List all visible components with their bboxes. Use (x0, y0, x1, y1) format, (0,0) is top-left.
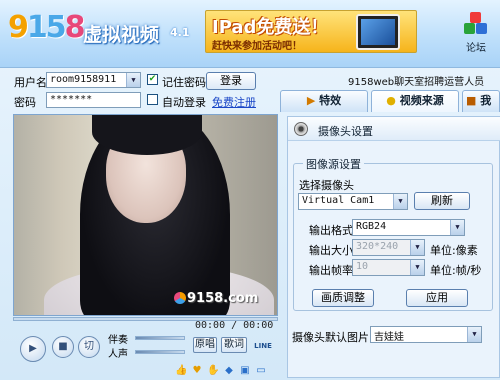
image-adjust-button[interactable]: 画质调整 (312, 289, 374, 307)
webcam-icon (294, 122, 308, 136)
username-value: room9158911 (50, 74, 117, 85)
chevron-down-icon[interactable]: ▼ (393, 194, 407, 209)
size-label: 输出大小 (309, 244, 353, 257)
app-version: 4.1 (170, 26, 190, 39)
register-link[interactable]: 免费注册 (212, 94, 256, 110)
rate-label: 输出帧率 (309, 264, 353, 277)
recruit-text: 9158web聊天室招聘运营人员 (348, 77, 485, 88)
line-in-icon[interactable]: LINE (252, 335, 274, 357)
forum-button[interactable]: 论坛 (460, 12, 492, 54)
thumbs-up-icon[interactable]: 👍 (175, 365, 187, 377)
9158-logo-icon (174, 292, 186, 304)
refresh-button[interactable]: 刷新 (414, 192, 470, 210)
time-display: 00:00 / 00:00 (195, 320, 274, 331)
forum-label: 论坛 (466, 43, 486, 54)
autologin-label: 自动登录 (162, 96, 206, 109)
tab-me[interactable]: ■ 我 (462, 90, 500, 112)
chevron-down-icon[interactable]: ▼ (126, 73, 140, 87)
forum-cube-icon (464, 12, 488, 36)
panel-title: 摄像头设置 (318, 125, 373, 138)
remember-password-label: 记住密码 (162, 76, 206, 89)
play-button[interactable]: ▶ (20, 336, 46, 362)
heart-icon[interactable]: ♥ (191, 365, 203, 377)
chevron-down-icon[interactable]: ▼ (467, 327, 481, 342)
voice-label: 人声 (108, 349, 128, 360)
remember-password-checkbox[interactable]: ✔ (147, 74, 158, 85)
stop-icon: ■ (58, 341, 68, 352)
username-label: 用户名 (14, 76, 47, 89)
chevron-down-icon[interactable]: ▼ (450, 220, 464, 235)
play-icon: ▶ (306, 94, 316, 107)
apply-button[interactable]: 应用 (406, 289, 468, 307)
window-icon[interactable]: ▭ (255, 365, 267, 377)
group-title: 图像源设置 (303, 156, 364, 172)
camera-select[interactable]: Virtual Cam1 ▼ (298, 193, 408, 210)
tab-video-source[interactable]: ● 视频来源 (371, 90, 459, 112)
chevron-down-icon[interactable]: ▼ (410, 260, 424, 275)
ad-banner[interactable]: IPad免费送！ 赶快来参加活动吧！ (205, 10, 417, 53)
size-unit: 单位:像素 (430, 244, 478, 257)
rate-unit: 单位:帧/秒 (430, 264, 482, 277)
size-select[interactable]: 320*240 ▼ (352, 239, 425, 256)
app-header: 9158 虚拟视频 4.1 IPad免费送！ 赶快来参加活动吧！ 论坛 (0, 0, 500, 68)
ipad-icon (356, 14, 400, 50)
login-button[interactable]: 登录 (206, 72, 256, 90)
password-label: 密码 (14, 96, 36, 109)
app-logo: 9158 (8, 10, 85, 45)
accompany-label: 伴奏 (108, 335, 128, 346)
password-field[interactable]: ******* (46, 92, 141, 108)
share-icon[interactable]: ◆ (223, 365, 235, 377)
ad-subline: 赶快来参加活动吧！ (212, 41, 302, 52)
original-vocal-button[interactable]: 原唱 (193, 337, 217, 353)
lyrics-button[interactable]: 歌词 (221, 337, 247, 353)
default-image-label: 摄像头默认图片 (292, 331, 369, 344)
cut-button[interactable]: 切 (78, 336, 100, 358)
username-combo[interactable]: room9158911 ▼ (46, 72, 141, 88)
format-select[interactable]: RGB24 ▼ (352, 219, 465, 236)
ad-headline: IPad免费送！ (212, 17, 329, 38)
accompany-slider[interactable] (135, 336, 185, 340)
camera-icon[interactable]: ▣ (239, 365, 251, 377)
select-camera-label: 选择摄像头 (299, 179, 354, 192)
chevron-down-icon[interactable]: ▼ (410, 240, 424, 255)
video-watermark: 9158.com (174, 291, 258, 306)
video-preview: 9158.com (13, 114, 278, 316)
stop-button[interactable]: ■ (52, 336, 74, 358)
play-icon: ▶ (29, 343, 37, 354)
book-icon: ■ (466, 94, 477, 107)
app-title: 虚拟视频 (83, 24, 160, 46)
tab-effects[interactable]: ▶ 特效 (280, 90, 368, 112)
default-image-select[interactable]: 吉娃娃 ▼ (370, 326, 482, 343)
autologin-checkbox[interactable] (147, 94, 158, 105)
thumbs-down-icon[interactable]: ✋ (207, 365, 219, 377)
voice-slider[interactable] (135, 350, 185, 354)
format-label: 输出格式 (309, 224, 353, 237)
bulb-icon: ● (386, 94, 396, 107)
rate-select[interactable]: 10 ▼ (352, 259, 425, 276)
